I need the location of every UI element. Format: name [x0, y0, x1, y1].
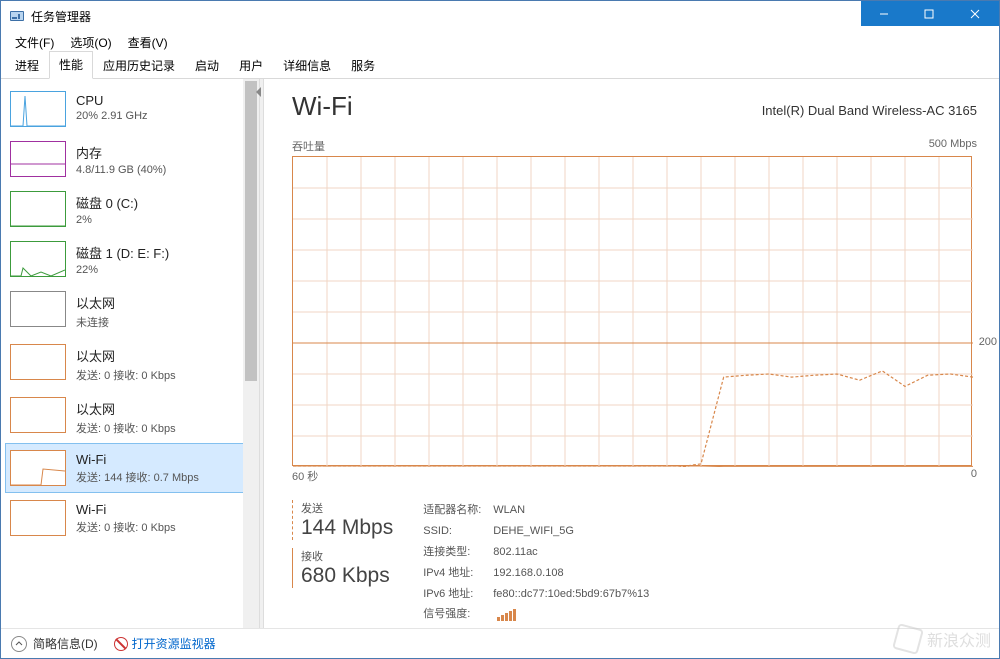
- adapter-name: Intel(R) Dual Band Wireless-AC 3165: [762, 103, 977, 118]
- sidebar-item-sub: 20% 2.91 GHz: [76, 110, 148, 122]
- detail-adapter-v: WLAN: [493, 500, 525, 521]
- sidebar-item-sub: 发送: 0 接收: 0 Kbps: [76, 420, 176, 436]
- sidebar-item-name: 以太网: [76, 399, 176, 418]
- menu-view[interactable]: 查看(V): [120, 32, 176, 53]
- fewer-details-button[interactable]: 简略信息(D): [11, 635, 98, 652]
- sidebar-item-sub: 4.8/11.9 GB (40%): [76, 164, 166, 176]
- metric-recv-value: 680 Kbps: [301, 564, 393, 588]
- metric-send-value: 144 Mbps: [301, 516, 393, 540]
- metric-send: 发送 144 Mbps: [292, 500, 393, 540]
- metric-recv: 接收 680 Kbps: [292, 548, 393, 588]
- sidebar-item-1[interactable]: 内存 4.8/11.9 GB (40%): [5, 134, 255, 184]
- detail-ipv4-k: IPv4 地址:: [423, 563, 493, 584]
- menu-file[interactable]: 文件(F): [7, 32, 62, 53]
- chart-x-right: 0: [971, 468, 977, 484]
- sidebar-thumb-icon: [10, 291, 66, 327]
- sidebar-item-name: 以太网: [76, 293, 115, 312]
- splitter[interactable]: [259, 79, 264, 628]
- tab-apphistory[interactable]: 应用历史记录: [93, 52, 185, 79]
- detail-ssid-v: DEHE_WIFI_5G: [493, 521, 574, 542]
- sidebar-item-name: 内存: [76, 143, 166, 162]
- sidebar-item-sub: 发送: 0 接收: 0 Kbps: [76, 367, 176, 383]
- sidebar-thumb-icon: [10, 141, 66, 177]
- sidebar-item-sub: 发送: 0 接收: 0 Kbps: [76, 519, 176, 535]
- sidebar-item-5[interactable]: 以太网发送: 0 接收: 0 Kbps: [5, 337, 255, 390]
- menu-options[interactable]: 选项(O): [62, 32, 119, 53]
- sidebar-thumb-icon: [10, 397, 66, 433]
- detail-adapter-k: 适配器名称:: [423, 500, 493, 521]
- main-panel: Wi-Fi Intel(R) Dual Band Wireless-AC 316…: [264, 79, 999, 628]
- menubar: 文件(F) 选项(O) 查看(V): [1, 31, 999, 53]
- footer: 简略信息(D) 打开资源监视器: [1, 628, 999, 658]
- sidebar-item-sub: 发送: 144 接收: 0.7 Mbps: [76, 469, 199, 485]
- sidebar[interactable]: CPU 20% 2.91 GHz 内存 4.8/11.9 GB (40%) 磁盘 0 (…: [1, 79, 259, 628]
- window-title: 任务管理器: [31, 8, 91, 25]
- sidebar-item-name: Wi-Fi: [76, 452, 199, 467]
- detail-ssid-k: SSID:: [423, 521, 493, 542]
- tab-processes[interactable]: 进程: [5, 52, 49, 79]
- sidebar-thumb-icon: [10, 450, 66, 486]
- app-icon: [9, 8, 25, 24]
- sidebar-thumb-icon: [10, 344, 66, 380]
- detail-conn-v: 802.11ac: [493, 542, 537, 563]
- throughput-chart: 200 Mbps: [292, 156, 972, 466]
- tabbar: 进程 性能 应用历史记录 启动 用户 详细信息 服务: [1, 53, 999, 79]
- tab-startup[interactable]: 启动: [185, 52, 229, 79]
- detail-signal-k: 信号强度:: [423, 604, 493, 625]
- chart-mark-200: 200 Mbps: [979, 336, 999, 348]
- sidebar-item-3[interactable]: 磁盘 1 (D: E: F:) 22%: [5, 234, 255, 284]
- sidebar-item-7[interactable]: Wi-Fi 发送: 144 接收: 0.7 Mbps: [5, 443, 255, 493]
- window-controls: [861, 1, 999, 26]
- page-title: Wi-Fi: [292, 91, 353, 122]
- scrollbar-thumb[interactable]: [245, 81, 257, 381]
- resource-monitor-icon: [114, 637, 128, 651]
- chart-x-left: 60 秒: [292, 468, 318, 484]
- detail-conn-k: 连接类型:: [423, 542, 493, 563]
- tab-performance[interactable]: 性能: [49, 51, 93, 79]
- sidebar-item-4[interactable]: 以太网未连接: [5, 284, 255, 337]
- close-button[interactable]: [951, 1, 999, 26]
- detail-ipv4-v: 192.168.0.108: [493, 563, 563, 584]
- sidebar-item-name: 磁盘 0 (C:): [76, 193, 138, 212]
- maximize-button[interactable]: [906, 1, 951, 26]
- sidebar-thumb-icon: [10, 191, 66, 227]
- sidebar-thumb-icon: [10, 500, 66, 536]
- minimize-button[interactable]: [861, 1, 906, 26]
- sidebar-item-name: 磁盘 1 (D: E: F:): [76, 243, 169, 262]
- content: CPU 20% 2.91 GHz 内存 4.8/11.9 GB (40%) 磁盘 0 (…: [1, 79, 999, 628]
- chart-y-max: 500 Mbps: [929, 138, 977, 154]
- chevron-up-icon: [11, 636, 27, 652]
- chart-area: 吞吐量 500 Mbps 200 Mbps 60 秒 0: [292, 138, 977, 484]
- tab-details[interactable]: 详细信息: [273, 52, 341, 79]
- metric-send-label: 发送: [301, 500, 393, 516]
- sidebar-item-8[interactable]: Wi-Fi 发送: 0 接收: 0 Kbps: [5, 493, 255, 543]
- sidebar-item-sub: 22%: [76, 264, 169, 276]
- detail-signal-v: [493, 604, 516, 625]
- titlebar: 任务管理器: [1, 1, 999, 31]
- sidebar-item-name: CPU: [76, 93, 148, 108]
- sidebar-thumb-icon: [10, 241, 66, 277]
- detail-ipv6-v: fe80::dc77:10ed:5bd9:67b7%13: [493, 584, 649, 605]
- sidebar-item-name: Wi-Fi: [76, 502, 176, 517]
- sidebar-thumb-icon: [10, 91, 66, 127]
- sidebar-item-6[interactable]: 以太网发送: 0 接收: 0 Kbps: [5, 390, 255, 443]
- metric-recv-label: 接收: [301, 548, 393, 564]
- tab-services[interactable]: 服务: [341, 52, 385, 79]
- signal-icon: [497, 609, 516, 621]
- connection-details: 适配器名称:WLAN SSID:DEHE_WIFI_5G 连接类型:802.11…: [423, 500, 649, 625]
- sidebar-item-2[interactable]: 磁盘 0 (C:) 2%: [5, 184, 255, 234]
- sidebar-item-sub: 2%: [76, 214, 138, 226]
- sidebar-item-0[interactable]: CPU 20% 2.91 GHz: [5, 84, 255, 134]
- sidebar-item-name: 以太网: [76, 346, 176, 365]
- sidebar-item-sub: 未连接: [76, 314, 115, 330]
- chart-y-label: 吞吐量: [292, 138, 325, 154]
- metrics: 发送 144 Mbps 接收 680 Kbps 适配器名称:WLAN SSID:…: [292, 500, 977, 625]
- detail-ipv6-k: IPv6 地址:: [423, 584, 493, 605]
- open-resource-monitor-link[interactable]: 打开资源监视器: [114, 635, 216, 652]
- scrollbar-track[interactable]: [243, 79, 259, 628]
- tab-users[interactable]: 用户: [229, 52, 273, 79]
